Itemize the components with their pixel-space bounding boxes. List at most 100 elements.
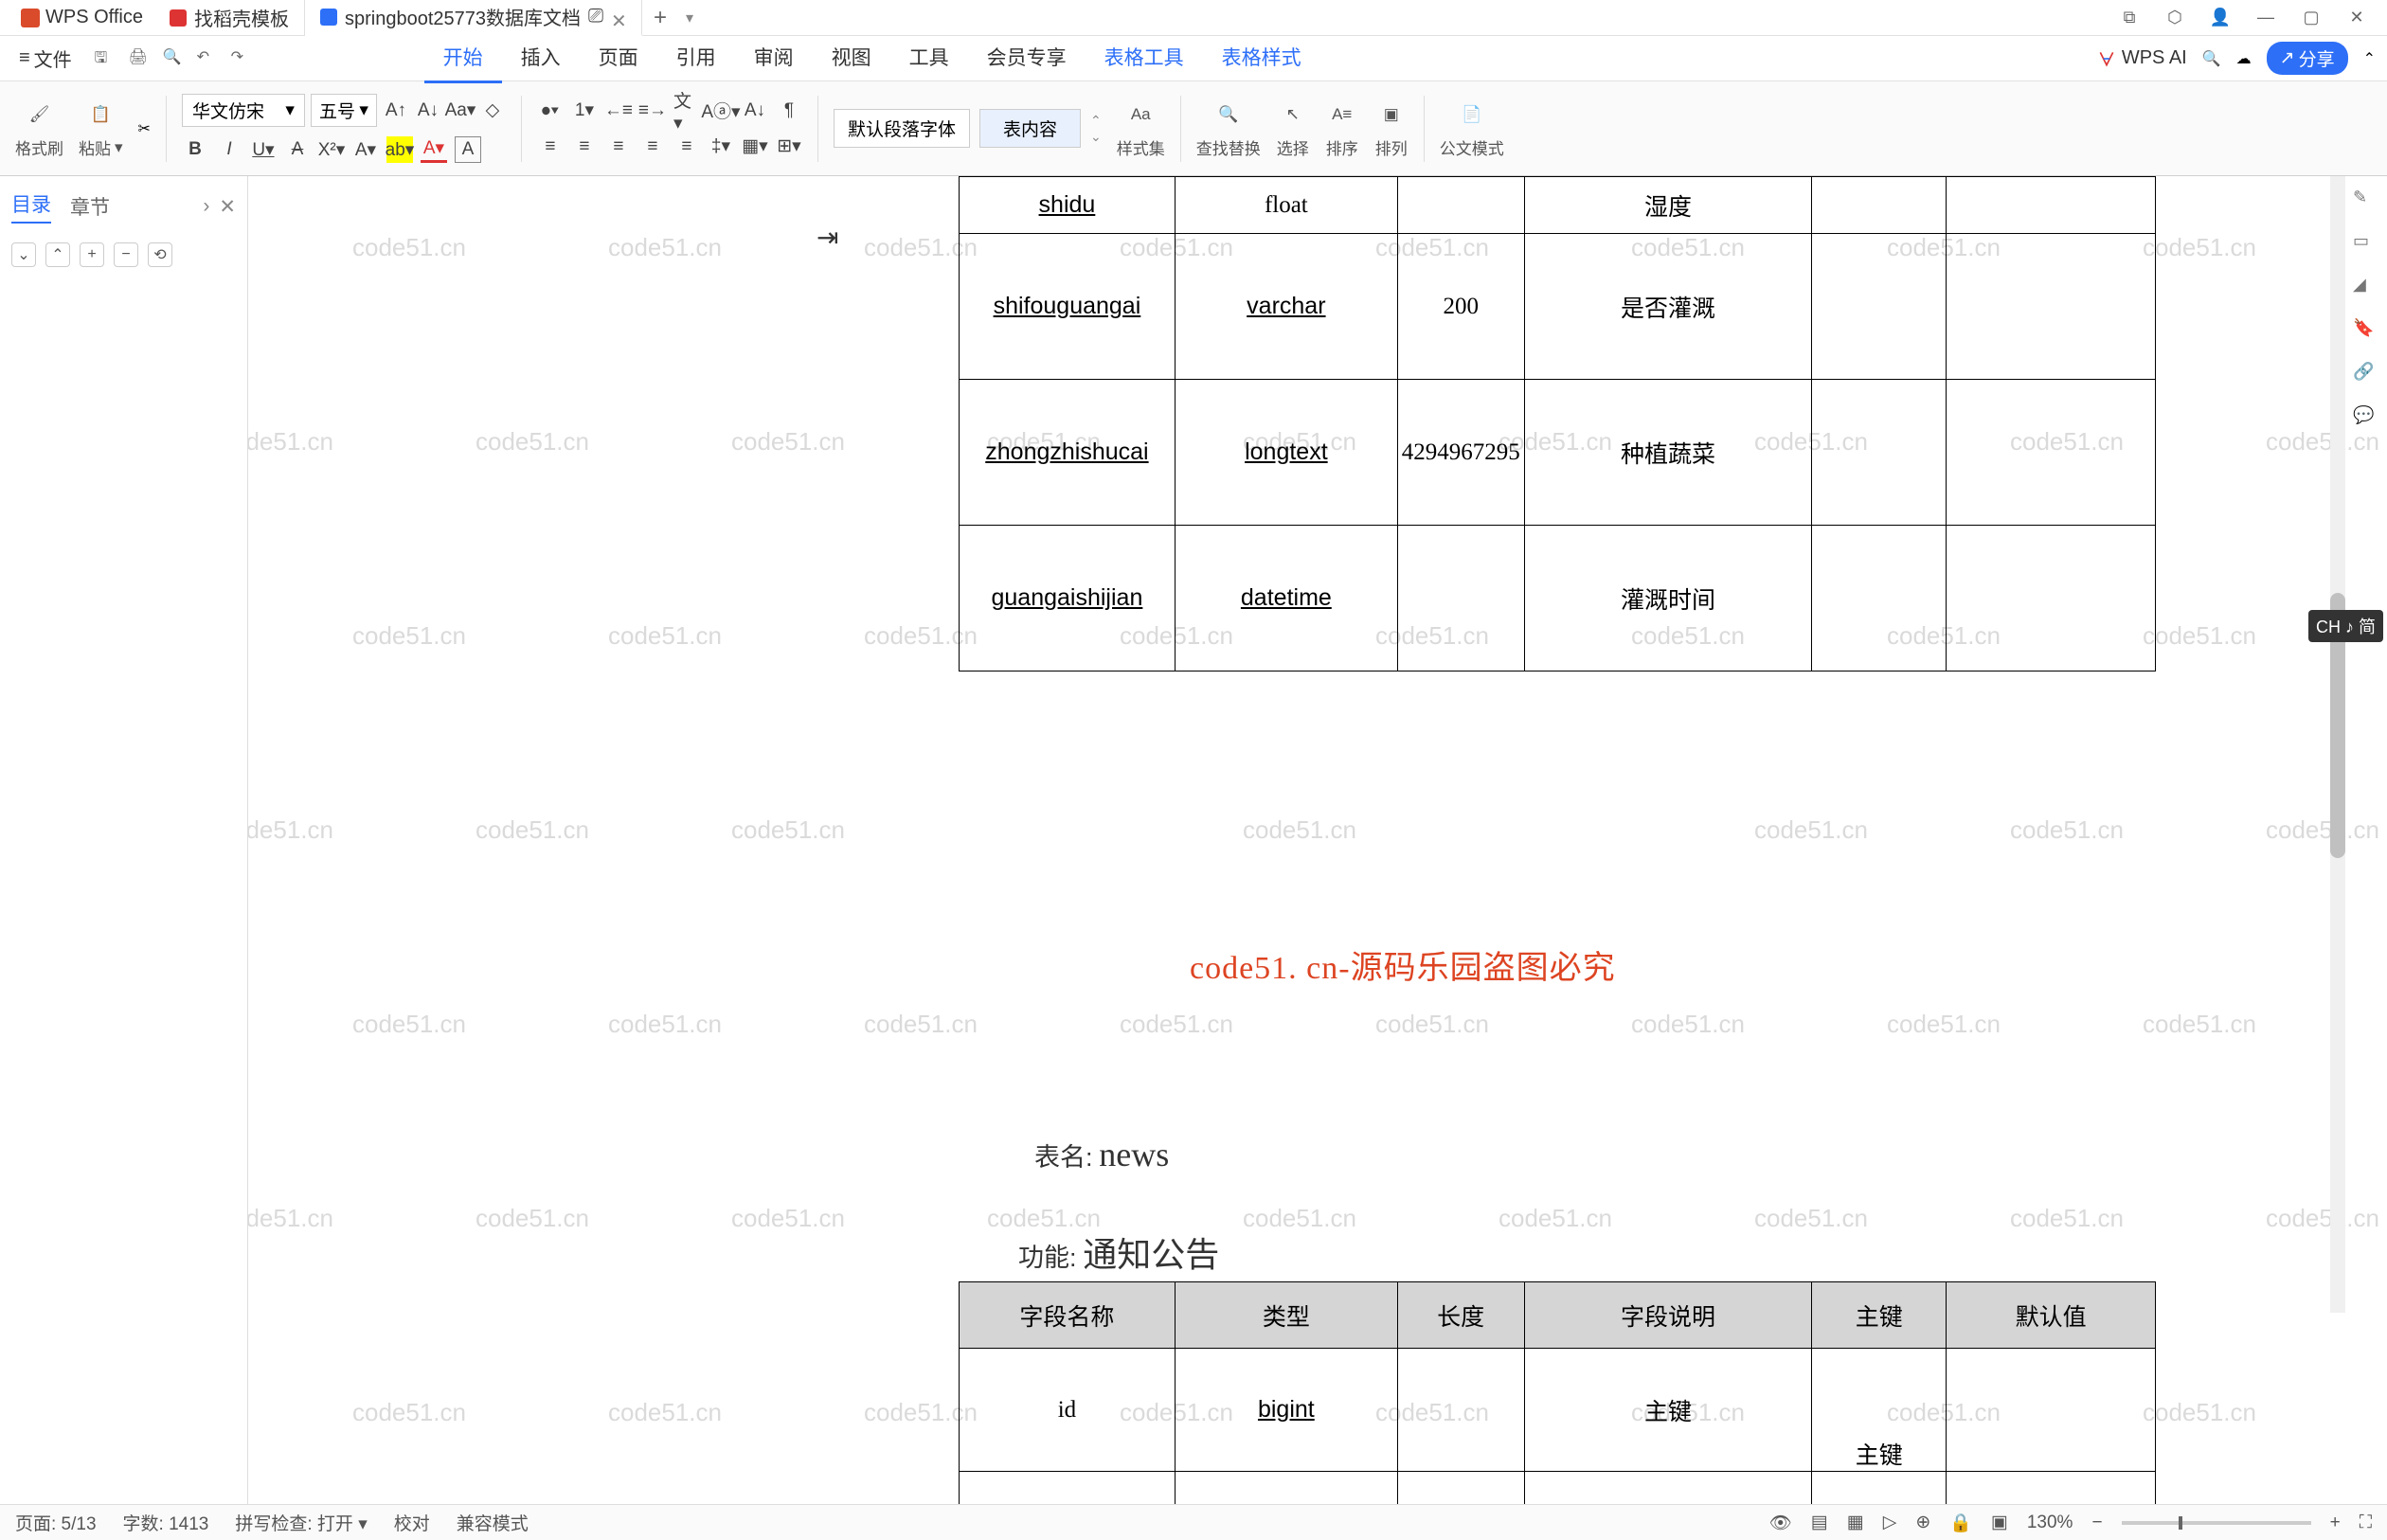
view-lock-icon[interactable]: 🔒 xyxy=(1949,1512,1972,1534)
remove-icon[interactable]: − xyxy=(114,242,138,267)
sort-group[interactable]: A≡ 排序 xyxy=(1325,98,1359,159)
vertical-scrollbar[interactable] xyxy=(2330,176,2345,1313)
zoom-in-icon[interactable]: + xyxy=(2330,1513,2341,1533)
fields-table-1[interactable]: shidu float 湿度 shifouguangai varchar 200… xyxy=(959,176,2156,672)
align-left-icon[interactable]: ≡ xyxy=(537,134,564,160)
ime-indicator[interactable]: CH ♪ 简 xyxy=(2308,610,2383,642)
indent-marker-icon[interactable]: ⇥ xyxy=(817,222,838,253)
undo-icon[interactable]: ↶ xyxy=(197,47,220,70)
decrease-font-icon[interactable]: A↓ xyxy=(415,98,441,124)
tab-ref[interactable]: 引用 xyxy=(657,33,735,83)
tab-menu-icon[interactable]: ▾ xyxy=(686,9,693,27)
highlight-button[interactable]: ab▾ xyxy=(386,136,413,163)
default-para-font-style[interactable]: 默认段落字体 xyxy=(834,109,970,148)
tab-tablestyle[interactable]: 表格样式 xyxy=(1203,33,1320,83)
select-icon[interactable]: ▭ xyxy=(2353,231,2379,258)
bullets-icon[interactable]: ⦁▾ xyxy=(537,98,564,124)
collapse-ribbon-icon[interactable]: ⌃ xyxy=(2363,49,2376,68)
style-nav-icon[interactable]: ⌃⌄ xyxy=(1090,113,1102,145)
maximize-icon[interactable]: ▢ xyxy=(2298,5,2324,31)
tab-page[interactable]: 页面 xyxy=(580,33,657,83)
style-set-group[interactable]: Aa 样式集 xyxy=(1117,98,1165,159)
expand-all-icon[interactable]: ⌃ xyxy=(45,242,70,267)
show-marks-icon[interactable]: ¶ xyxy=(776,98,802,124)
redo-icon[interactable]: ↷ xyxy=(231,47,254,70)
strike-button[interactable]: A xyxy=(284,136,311,163)
save-icon[interactable]: 🖫 xyxy=(95,47,117,70)
align-center-icon[interactable]: ≡ xyxy=(571,134,598,160)
tab-insert[interactable]: 插入 xyxy=(502,33,580,83)
zoom-value[interactable]: 130% xyxy=(2027,1513,2073,1533)
tab-tools[interactable]: 工具 xyxy=(890,33,968,83)
zoom-fit-icon[interactable]: ▣ xyxy=(1991,1512,2008,1533)
view-page-icon[interactable]: ▤ xyxy=(1811,1512,1828,1533)
app-icon-2[interactable]: ⬡ xyxy=(2162,5,2188,31)
refresh-icon[interactable]: ⟲ xyxy=(148,242,172,267)
zoom-out-icon[interactable]: − xyxy=(2091,1513,2102,1533)
preview-icon[interactable]: 🔍 xyxy=(163,47,186,70)
highlight-icon[interactable]: ◢ xyxy=(2353,275,2379,301)
file-menu[interactable]: ≡ 文件 xyxy=(11,41,80,76)
proofing-button[interactable]: 校对 xyxy=(394,1510,430,1535)
distribute-icon[interactable]: ≡ xyxy=(673,134,700,160)
bookmark-icon[interactable]: 🔖 xyxy=(2353,318,2379,345)
phonetic-button[interactable]: A▾ xyxy=(352,136,379,163)
view-outline-icon[interactable]: ▦ xyxy=(1847,1512,1864,1533)
search-icon[interactable]: 🔍 xyxy=(2202,49,2221,68)
close-icon[interactable]: ✕ xyxy=(611,9,626,25)
borders-icon[interactable]: ⊞▾ xyxy=(776,134,802,160)
pen-icon[interactable]: ✎ xyxy=(2353,188,2379,214)
zoom-thumb[interactable] xyxy=(2179,1516,2182,1530)
sidebar-tab-outline[interactable]: 目录 xyxy=(11,189,51,224)
gongwen-group[interactable]: 📄 公文模式 xyxy=(1440,98,1504,159)
char-border-button[interactable]: A xyxy=(455,136,481,163)
line-spacing-icon[interactable]: ‡▾ xyxy=(708,134,734,160)
close-window-icon[interactable]: ✕ xyxy=(2343,5,2370,31)
word-count[interactable]: 字数: 1413 xyxy=(123,1510,209,1535)
tab-document[interactable]: springboot25773数据库文档 ⎚ ✕ xyxy=(305,0,642,36)
cut-icon[interactable]: ✂ xyxy=(138,119,151,138)
tab-member[interactable]: 会员专享 xyxy=(968,33,1086,83)
tab-template[interactable]: 找稻壳模板 xyxy=(154,0,305,36)
new-tab-button[interactable]: + xyxy=(642,5,678,31)
avatar[interactable]: 👤 xyxy=(2207,5,2234,31)
tab-review[interactable]: 审阅 xyxy=(735,33,813,83)
asian-layout-icon[interactable]: Aⓐ▾ xyxy=(708,98,734,124)
justify-icon[interactable]: ≡ xyxy=(639,134,666,160)
font-name-select[interactable]: 华文仿宋 ▾ xyxy=(182,94,305,127)
arrange-group[interactable]: ▣ 排列 xyxy=(1374,98,1409,159)
minimize-icon[interactable]: — xyxy=(2252,5,2279,31)
font-size-select[interactable]: 五号 ▾ xyxy=(311,94,377,127)
indent-icon[interactable]: ≡→ xyxy=(639,98,666,124)
share-button[interactable]: ↗ 分享 xyxy=(2267,42,2348,75)
link-icon[interactable]: 🔗 xyxy=(2353,362,2379,388)
change-case-icon[interactable]: Aa▾ xyxy=(447,98,474,124)
sidebar-tab-chapter[interactable]: 章节 xyxy=(70,192,110,221)
sidebar-expand-icon[interactable]: › xyxy=(203,195,209,219)
sort-icon[interactable]: A↓ xyxy=(742,98,768,124)
tab-view[interactable]: 视图 xyxy=(813,33,890,83)
superscript-button[interactable]: X²▾ xyxy=(318,136,345,163)
spell-check-status[interactable]: 拼写检查: 打开 ▾ xyxy=(235,1510,367,1535)
find-replace-group[interactable]: 🔍 查找替换 xyxy=(1196,98,1261,159)
document-canvas[interactable]: code51.cn code51.cn code51.cn code51.cn … xyxy=(248,176,2387,1508)
align-right-icon[interactable]: ≡ xyxy=(605,134,632,160)
font-color-button[interactable]: A▾ xyxy=(421,136,447,163)
page-indicator[interactable]: 页面: 5/13 xyxy=(15,1510,97,1535)
sidebar-close-icon[interactable]: ✕ xyxy=(219,195,236,219)
bold-button[interactable]: B xyxy=(182,136,208,163)
view-eye-icon[interactable]: 👁 xyxy=(1769,1512,1792,1534)
clear-format-icon[interactable]: ◇ xyxy=(479,98,506,124)
collapse-all-icon[interactable]: ⌄ xyxy=(11,242,36,267)
fullscreen-icon[interactable]: ⛶ xyxy=(2360,1513,2372,1533)
numbering-icon[interactable]: 1▾ xyxy=(571,98,598,124)
app-icon-1[interactable]: ⧉ xyxy=(2116,5,2143,31)
view-web-icon[interactable]: ⊕ xyxy=(1915,1512,1930,1533)
paste-group[interactable]: 📋 粘贴 ▾ xyxy=(79,98,123,159)
view-read-icon[interactable]: ▷ xyxy=(1883,1512,1897,1533)
fields-table-2[interactable]: 字段名称 类型 长度 字段说明 主键 默认值 id bigint 主键 主键 a… xyxy=(959,1281,2156,1508)
print-icon[interactable]: 🖨 xyxy=(129,47,152,70)
underline-button[interactable]: U▾ xyxy=(250,136,277,163)
zoom-slider[interactable] xyxy=(2122,1521,2311,1525)
tab-start[interactable]: 开始 xyxy=(424,33,502,83)
